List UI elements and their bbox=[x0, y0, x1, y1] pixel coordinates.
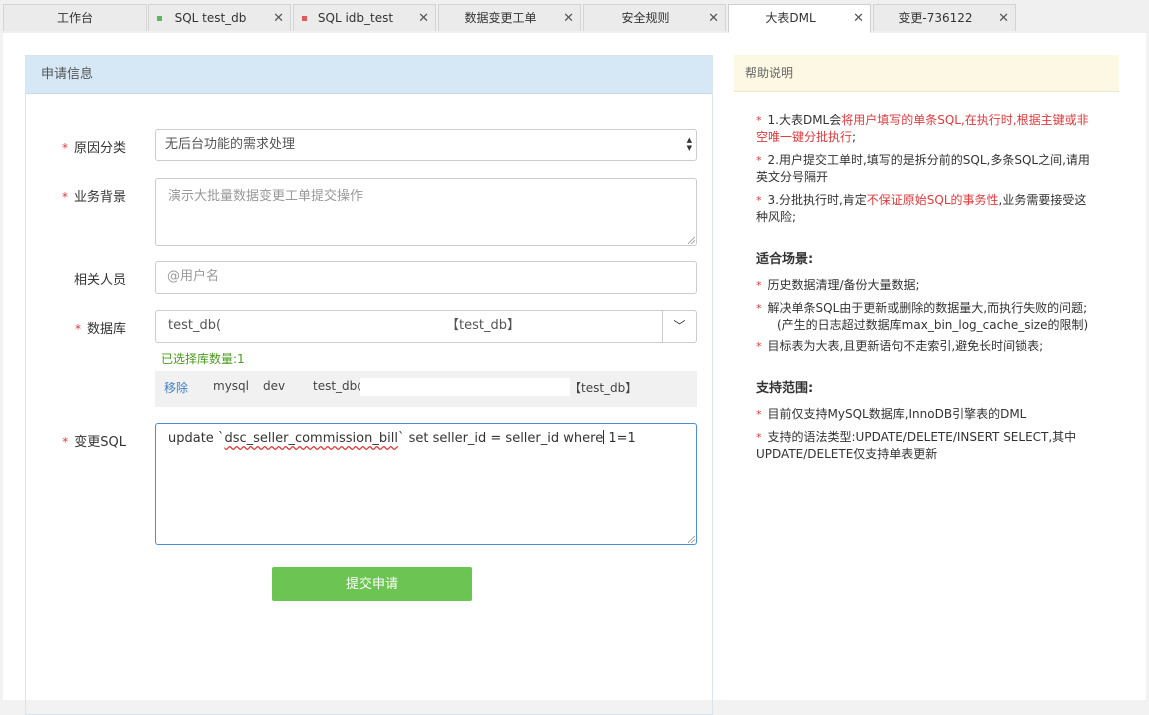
scope-text: 目前仅支持MySQL数据库,InnoDB引擎表的DML bbox=[767, 407, 1027, 421]
panel-title: 申请信息 bbox=[26, 56, 712, 94]
help-item: * 3.分批执行时,肯定不保证原始SQL的事务性,业务需要接受这种风险; bbox=[756, 192, 1096, 226]
database-value-suffix: 【test_db】 bbox=[446, 318, 520, 333]
resize-handle-icon[interactable] bbox=[688, 536, 695, 543]
reason-label-text: 原因分类 bbox=[73, 141, 126, 156]
reason-select-value: 无后台功能的需求处理 bbox=[165, 137, 296, 152]
background-text: 演示大批量数据变更工单提交操作 bbox=[168, 189, 364, 204]
required-icon: * bbox=[62, 435, 69, 449]
close-icon[interactable]: ✕ bbox=[563, 5, 574, 32]
people-placeholder: @用户名 bbox=[167, 269, 220, 284]
help-text: 1.大表DML会 bbox=[767, 113, 842, 127]
help-panel: 帮助说明 * 1.大表DML会将用户填写的单条SQL,在执行时,根据主键或非空唯一… bbox=[734, 55, 1119, 469]
scene-note: (产生的日志超过数据库max_bin_log_cache_size的限制) bbox=[777, 318, 1089, 332]
tab-data-change-ticket[interactable]: 数据变更工单 ✕ bbox=[438, 4, 581, 31]
sql-textarea[interactable]: update `dsc_seller_commission_bill` set … bbox=[155, 423, 697, 545]
scene-item: * 解决单条SQL由于更新或删除的数据量大,而执行失败的问题; (产生的日志超过数据… bbox=[756, 300, 1096, 334]
help-body: * 1.大表DML会将用户填写的单条SQL,在执行时,根据主键或非空唯一键分批执行… bbox=[734, 92, 1119, 463]
selected-count: 已选择库数量:1 bbox=[161, 352, 245, 366]
scope-item: * 支持的语法类型:UPDATE/DELETE/INSERT SELECT,其中U… bbox=[756, 429, 1096, 463]
tab-label: 变更-736122 bbox=[898, 11, 973, 25]
resize-handle-icon[interactable] bbox=[688, 237, 695, 244]
help-item: * 2.用户提交工单时,填写的是拆分前的SQL,多条SQL之间,请用英文分号隔开 bbox=[756, 152, 1096, 186]
tab-label: 安全规则 bbox=[621, 11, 670, 25]
tab-big-table-dml[interactable]: 大表DML ✕ bbox=[728, 4, 871, 33]
help-highlight: 不保证原始SQL的事务性 bbox=[866, 193, 999, 207]
sql-table-name: dsc_seller_commission_bill bbox=[224, 431, 398, 446]
selected-db-row: 移除 mysql dev test_db@ 【test_db】 bbox=[155, 371, 697, 407]
people-label: 相关人员 bbox=[26, 269, 126, 288]
tab-label: 工作台 bbox=[56, 11, 93, 25]
close-icon[interactable]: ✕ bbox=[708, 5, 719, 32]
main-content: 申请信息 * 原因分类 无后台功能的需求处理 ▲ ▼ * 业务背景 演示大批量数据变更… bbox=[3, 33, 1146, 715]
close-icon[interactable]: ✕ bbox=[418, 5, 429, 32]
help-text: 3.分批执行时,肯定 bbox=[767, 193, 867, 207]
close-icon[interactable]: ✕ bbox=[998, 5, 1009, 32]
redacted-mask bbox=[360, 378, 570, 396]
help-text: 2.用户提交工单时,填写的是拆分前的SQL,多条SQL之间,请用英文分号隔开 bbox=[756, 153, 1090, 184]
scene-item: * 目标表为大表,且更新语句不走索引,避免长时间锁表; bbox=[756, 338, 1096, 355]
scope-text: 支持的语法类型:UPDATE/DELETE/INSERT SELECT,其中UP… bbox=[756, 430, 1077, 461]
background-label-text: 业务背景 bbox=[73, 190, 126, 205]
tab-label: SQL test_db bbox=[174, 11, 247, 25]
help-text: ; bbox=[852, 130, 857, 144]
tab-label: SQL idb_test bbox=[317, 11, 394, 25]
tab-workbench[interactable]: 工作台 bbox=[3, 4, 147, 31]
select-arrows-icon: ▲ ▼ bbox=[686, 136, 692, 152]
scene-text: 目标表为大表,且更新语句不走索引,避免长时间锁表; bbox=[767, 339, 1044, 353]
sql-text-after: 1=1 bbox=[604, 431, 636, 446]
scope-item: * 目前仅支持MySQL数据库,InnoDB引擎表的DML bbox=[756, 406, 1096, 423]
bullet-icon: * bbox=[756, 279, 762, 292]
application-form-panel: 申请信息 * 原因分类 无后台功能的需求处理 ▲ ▼ * 业务背景 演示大批量数据变更… bbox=[25, 55, 713, 715]
help-title: 帮助说明 bbox=[734, 55, 1119, 92]
tab-security-rules[interactable]: 安全规则 ✕ bbox=[583, 4, 726, 31]
tab-sql-idb-test[interactable]: SQL idb_test ✕ bbox=[293, 4, 436, 31]
bullet-icon: * bbox=[756, 340, 762, 353]
required-icon: * bbox=[61, 141, 68, 155]
tab-label: 大表DML bbox=[765, 11, 816, 25]
tab-bar: 工作台 SQL test_db ✕ SQL idb_test ✕ 数据变更工单 … bbox=[0, 0, 1149, 33]
submit-button[interactable]: 提交申请 bbox=[272, 567, 472, 601]
close-icon[interactable]: ✕ bbox=[853, 5, 864, 32]
reason-select[interactable]: 无后台功能的需求处理 ▲ ▼ bbox=[155, 129, 697, 161]
required-icon: * bbox=[74, 322, 81, 336]
scene-text: 解决单条SQL由于更新或删除的数据量大,而执行失败的问题; bbox=[767, 301, 1088, 315]
scene-text: 历史数据清理/备份大量数据; bbox=[767, 278, 920, 292]
sql-text-before: update ` bbox=[168, 431, 225, 446]
required-icon: * bbox=[61, 190, 68, 204]
db-type: mysql bbox=[213, 379, 249, 393]
close-icon[interactable]: ✕ bbox=[273, 5, 284, 32]
scope-heading: 支持范围: bbox=[756, 381, 814, 396]
database-value-prefix: test_db( bbox=[168, 318, 222, 333]
chevron-down-icon[interactable]: ﹀ bbox=[662, 311, 696, 342]
sql-label-text: 变更SQL bbox=[74, 435, 126, 450]
bullet-icon: * bbox=[756, 302, 762, 315]
people-input[interactable]: @用户名 bbox=[155, 261, 697, 294]
reason-label: * 原因分类 bbox=[26, 137, 126, 156]
tab-sql-test-db[interactable]: SQL test_db ✕ bbox=[148, 4, 291, 31]
background-textarea[interactable]: 演示大批量数据变更工单提交操作 bbox=[155, 178, 697, 246]
scenes-heading: 适合场景: bbox=[756, 252, 814, 267]
bullet-icon: * bbox=[756, 194, 762, 207]
db-name-suffix: 【test_db】 bbox=[569, 381, 638, 395]
remove-link[interactable]: 移除 bbox=[164, 379, 188, 396]
tab-change-736122[interactable]: 变更-736122 ✕ bbox=[873, 4, 1016, 31]
help-item: * 1.大表DML会将用户填写的单条SQL,在执行时,根据主键或非空唯一键分批执行… bbox=[756, 112, 1096, 146]
database-label: * 数据库 bbox=[26, 318, 126, 337]
bullet-icon: * bbox=[756, 154, 762, 167]
db-env: dev bbox=[263, 379, 286, 393]
database-label-text: 数据库 bbox=[86, 322, 126, 337]
database-select[interactable]: test_db( 【test_db】 ﹀ bbox=[155, 310, 697, 343]
background-label: * 业务背景 bbox=[26, 186, 126, 205]
bullet-icon: * bbox=[756, 431, 762, 444]
bullet-icon: * bbox=[756, 408, 762, 421]
tab-label: 数据变更工单 bbox=[464, 11, 537, 25]
scene-item: * 历史数据清理/备份大量数据; bbox=[756, 277, 1096, 294]
sql-text-middle: ` set seller_id = seller_id where bbox=[397, 431, 604, 446]
sql-label: * 变更SQL bbox=[26, 431, 126, 450]
people-label-text: 相关人员 bbox=[73, 273, 126, 288]
bullet-icon: * bbox=[756, 114, 762, 127]
